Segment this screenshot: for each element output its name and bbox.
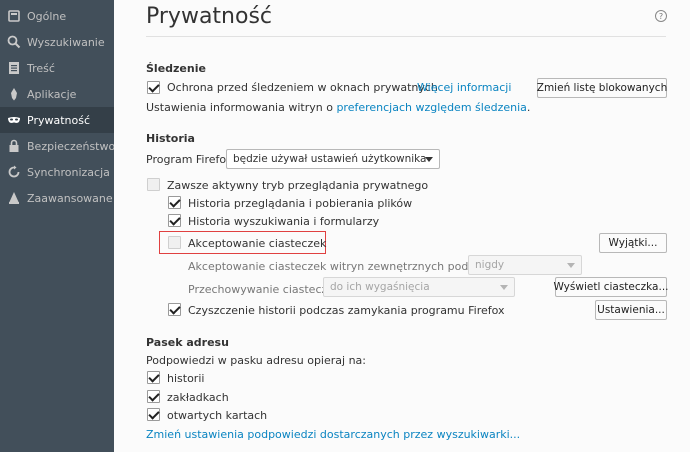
- suggest-bookmarks-label: zakładkach: [167, 391, 229, 404]
- applications-icon: [7, 87, 21, 101]
- privacy-mask-icon: [7, 113, 21, 127]
- security-lock-icon: [7, 139, 21, 153]
- general-icon: [7, 9, 21, 23]
- tracking-heading: Śledzenie: [146, 62, 206, 75]
- sidebar-item-search[interactable]: Wyszukiwanie: [0, 29, 114, 55]
- program-label: Program Firefox:: [146, 153, 237, 166]
- tracking-protection-label: Ochrona przed śledzeniem w oknach prywat…: [167, 81, 438, 94]
- change-blocklist-button[interactable]: Zmień listę blokowanych: [537, 78, 667, 98]
- sidebar-item-label: Wyszukiwanie: [27, 35, 105, 49]
- accept-cookies-label: Akceptowanie ciasteczek: [188, 237, 327, 250]
- sidebar-item-applications[interactable]: Aplikacje: [0, 81, 114, 107]
- sidebar: Ogólne Wyszukiwanie Treść Aplikacje Pryw…: [0, 0, 116, 452]
- sidebar-item-label: Synchronizacja: [27, 165, 110, 179]
- sidebar-item-sync[interactable]: Synchronizacja: [0, 159, 114, 185]
- exceptions-button[interactable]: Wyjątki...: [599, 233, 667, 253]
- sidebar-item-security[interactable]: Bezpieczeństwo: [0, 133, 116, 159]
- browsing-history-label: Historia przeglądania i pobierania plikó…: [188, 197, 413, 210]
- history-settings-button[interactable]: Ustawienia...: [595, 300, 667, 320]
- sidebar-item-content[interactable]: Treść: [0, 55, 114, 81]
- sidebar-item-label: Aplikacje: [27, 87, 77, 101]
- search-icon: [7, 35, 21, 49]
- keep-until-label: Przechowywanie ciasteczek:: [188, 283, 345, 296]
- location-bar-heading: Pasek adresu: [146, 336, 229, 349]
- private-mode-checkbox[interactable]: [147, 178, 160, 191]
- third-party-value: nigdy: [475, 259, 505, 271]
- title-divider: [146, 36, 666, 37]
- suggest-label: Podpowiedzi w pasku adresu opieraj na:: [146, 354, 366, 367]
- sidebar-item-general[interactable]: Ogólne: [0, 3, 114, 29]
- clear-on-close-label: Czyszczenie historii podczas zamykania p…: [188, 304, 505, 317]
- third-party-label: Akceptowanie ciasteczek witryn zewnętrzn…: [188, 260, 512, 273]
- search-history-label: Historia wyszukiwania i formularzy: [188, 215, 380, 228]
- help-icon[interactable]: ?: [655, 10, 667, 22]
- sidebar-item-label: Ogólne: [27, 9, 67, 23]
- tracking-protection-checkbox[interactable]: [147, 81, 160, 94]
- dnt-suffix: .: [526, 101, 531, 114]
- show-cookies-button[interactable]: Wyświetl ciasteczka...: [553, 277, 669, 297]
- private-mode-label: Zawsze aktywny tryb przeglądania prywatn…: [167, 179, 429, 192]
- keep-until-value: do ich wygaśnięcia: [330, 281, 430, 293]
- third-party-select[interactable]: nigdy: [468, 255, 582, 275]
- dnt-prefix: Ustawienia informowania witryn o: [146, 101, 333, 114]
- sidebar-item-label: Prywatność: [27, 113, 91, 127]
- chevron-down-icon: [567, 263, 575, 268]
- sidebar-item-label: Bezpieczeństwo: [27, 139, 116, 153]
- sidebar-item-label: Zaawansowane: [27, 191, 113, 205]
- suggest-history-checkbox[interactable]: [147, 371, 160, 384]
- keep-until-select[interactable]: do ich wygaśnięcia: [323, 277, 515, 297]
- sidebar-item-privacy[interactable]: Prywatność: [0, 107, 114, 133]
- suggest-open-tabs-label: otwartych kartach: [167, 409, 268, 422]
- history-mode-select[interactable]: będzie używał ustawień użytkownika: [226, 149, 440, 169]
- search-history-checkbox[interactable]: [168, 214, 181, 227]
- content-icon: [7, 61, 21, 75]
- sidebar-item-advanced[interactable]: Zaawansowane: [0, 185, 114, 211]
- sidebar-item-label: Treść: [27, 61, 55, 75]
- suggest-history-label: historii: [167, 372, 205, 385]
- learn-more-link[interactable]: Więcej informacji: [417, 81, 511, 94]
- suggest-open-tabs-checkbox[interactable]: [147, 408, 160, 421]
- dnt-text: Ustawienia informowania witryn o prefere…: [146, 101, 530, 114]
- sync-icon: [7, 165, 21, 179]
- suggest-bookmarks-checkbox[interactable]: [147, 390, 160, 403]
- chevron-down-icon: [500, 285, 508, 290]
- browsing-history-checkbox[interactable]: [168, 196, 181, 209]
- chevron-down-icon: [425, 157, 433, 162]
- page-title: Prywatność: [146, 4, 273, 29]
- search-suggestions-link[interactable]: Zmień ustawienia podpowiedzi dostarczany…: [146, 428, 520, 441]
- history-mode-value: będzie używał ustawień użytkownika: [233, 153, 427, 165]
- accept-cookies-checkbox[interactable]: [168, 236, 181, 249]
- history-heading: Historia: [146, 132, 195, 145]
- dnt-preferences-link[interactable]: preferencjach względem śledzenia: [336, 101, 526, 114]
- advanced-icon: [7, 191, 21, 205]
- main-content: Prywatność ? Śledzenie Ochrona przed śle…: [114, 0, 690, 452]
- clear-on-close-checkbox[interactable]: [168, 303, 181, 316]
